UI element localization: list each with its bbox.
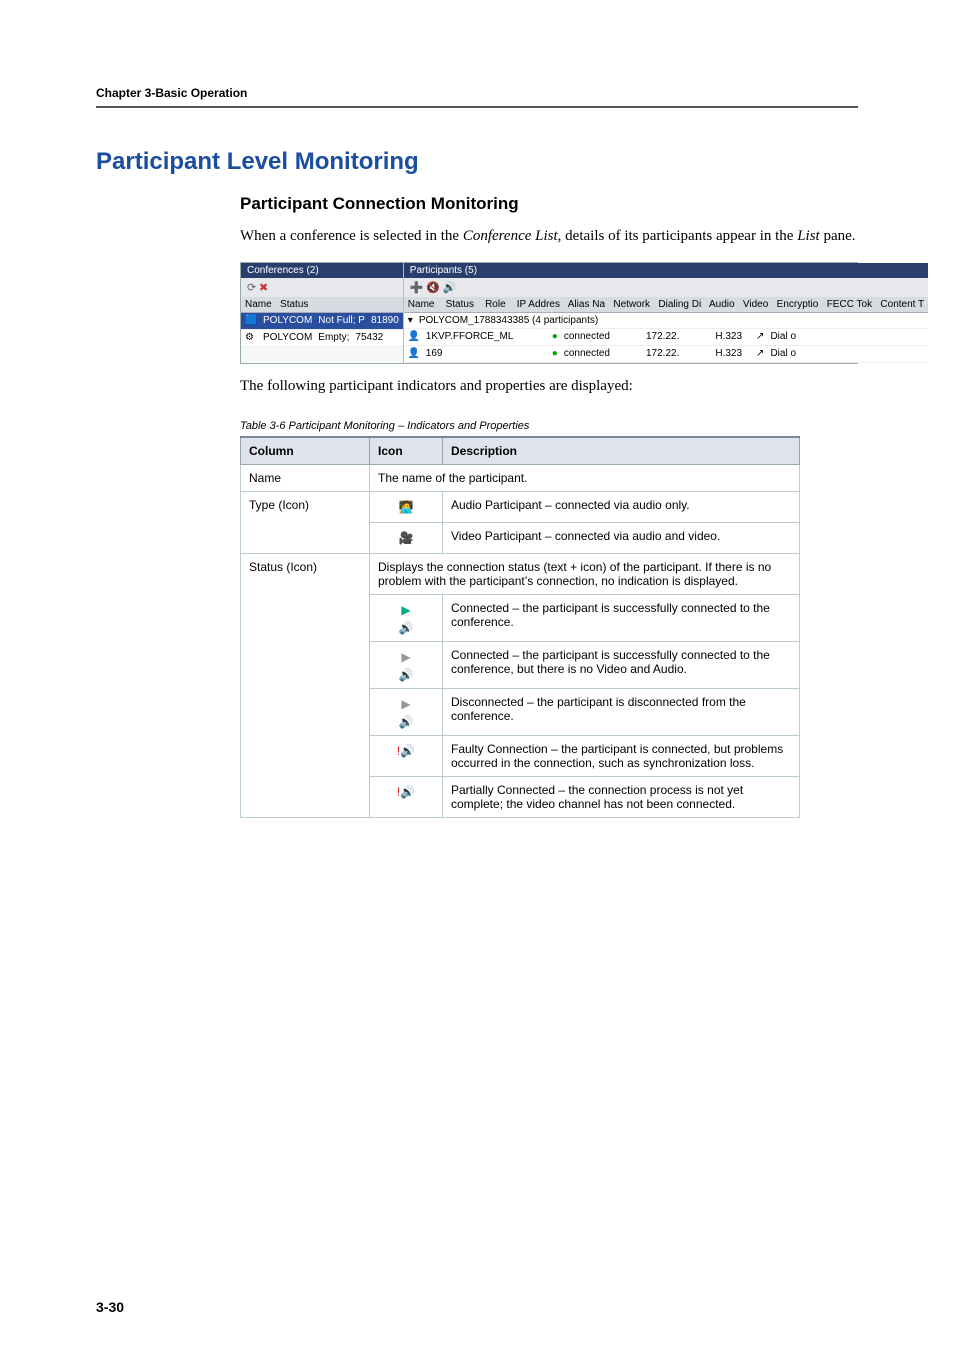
table-caption: Table 3-6 Participant Monitoring – Indic…	[240, 416, 800, 436]
participants-header-row: Name Status Role IP Addres Alias Na Netw…	[404, 297, 928, 313]
participant-row[interactable]: 👤 1KVP.FFORCE_ML ● connected 172.22. H.3…	[404, 329, 928, 346]
row-desc: Disconnected – the participant is discon…	[443, 688, 800, 735]
connected-icon: ▶🔊	[370, 594, 443, 641]
row-desc: Audio Participant – connected via audio …	[443, 491, 800, 522]
video-participant-icon: 🎥	[370, 522, 443, 553]
participant-icon: 👤	[408, 348, 420, 360]
connected-gray-icon: ▶🔊	[370, 641, 443, 688]
delete-icon[interactable]: ✖	[259, 282, 268, 294]
status-connected-icon: ●	[552, 348, 558, 360]
participant-monitoring-table: Table 3-6 Participant Monitoring – Indic…	[240, 416, 800, 818]
conference-row-selected[interactable]: 🟦 POLYCOM Not Full; P 81890	[241, 313, 403, 330]
mute-icon[interactable]: 🔇	[426, 282, 440, 294]
row-label: Name	[241, 464, 370, 491]
page-title-h1: Participant Level Monitoring	[96, 148, 858, 176]
participant-row[interactable]: 👤 169 ● connected 172.22. H.323 ↗ Dial o	[404, 346, 928, 363]
row-desc: The name of the participant.	[370, 464, 800, 491]
add-participant-icon[interactable]: ➕	[410, 282, 424, 294]
dial-out-icon: ↗	[756, 348, 764, 360]
participant-icon: 👤	[408, 331, 420, 343]
unmute-icon[interactable]: 🔊	[443, 282, 457, 294]
row-label: Type (Icon)	[241, 491, 370, 553]
conference-row[interactable]: ⚙ POLYCOM Empty; 75432	[241, 330, 403, 347]
row-desc: Displays the connection status (text + i…	[370, 553, 800, 594]
table-header-desc: Description	[443, 437, 800, 465]
row-desc: Connected – the participant is successfu…	[443, 641, 800, 688]
conferences-pane-title: Conferences (2)	[241, 263, 403, 278]
row-desc: Faulty Connection – the participant is c…	[443, 735, 800, 776]
intro-paragraph: When a conference is selected in the Con…	[240, 226, 858, 248]
conference-icon: 🟦	[245, 315, 257, 327]
table-header-column: Column	[241, 437, 370, 465]
participants-toolbar: ➕ 🔇 🔊	[404, 278, 928, 297]
participants-group-row[interactable]: ▾ POLYCOM_1788343385 (4 participants)	[404, 313, 928, 329]
row-desc: Video Participant – connected via audio …	[443, 522, 800, 553]
faulty-connection-icon: !🔊	[370, 735, 443, 776]
row-desc: Connected – the participant is successfu…	[443, 594, 800, 641]
dial-out-icon: ↗	[756, 331, 764, 343]
conferences-toolbar: ⟳ ✖	[241, 278, 403, 297]
monitoring-screenshot: Conferences (2) ⟳ ✖ Name Status 🟦 POLYCO…	[240, 262, 858, 364]
page-number: 3-30	[96, 1299, 124, 1315]
conference-icon: ⚙	[245, 332, 257, 344]
table-header-icon: Icon	[370, 437, 443, 465]
partial-disconnect-icon: ▶🔊	[370, 688, 443, 735]
refresh-icon[interactable]: ⟳	[247, 282, 256, 294]
page-title-h2: Participant Connection Monitoring	[240, 194, 858, 214]
conferences-header-row: Name Status	[241, 297, 403, 313]
status-connected-icon: ●	[552, 331, 558, 343]
row-label: Status (Icon)	[241, 553, 370, 817]
row-desc: Partially Connected – the connection pro…	[443, 776, 800, 817]
participants-pane-title: Participants (5)	[404, 263, 928, 278]
header-divider	[96, 106, 858, 108]
audio-participant-icon: 🧑‍💻	[370, 491, 443, 522]
chapter-header: Chapter 3-Basic Operation	[96, 86, 858, 100]
follow-text: The following participant indicators and…	[240, 376, 858, 398]
partially-connected-icon: !🔊	[370, 776, 443, 817]
